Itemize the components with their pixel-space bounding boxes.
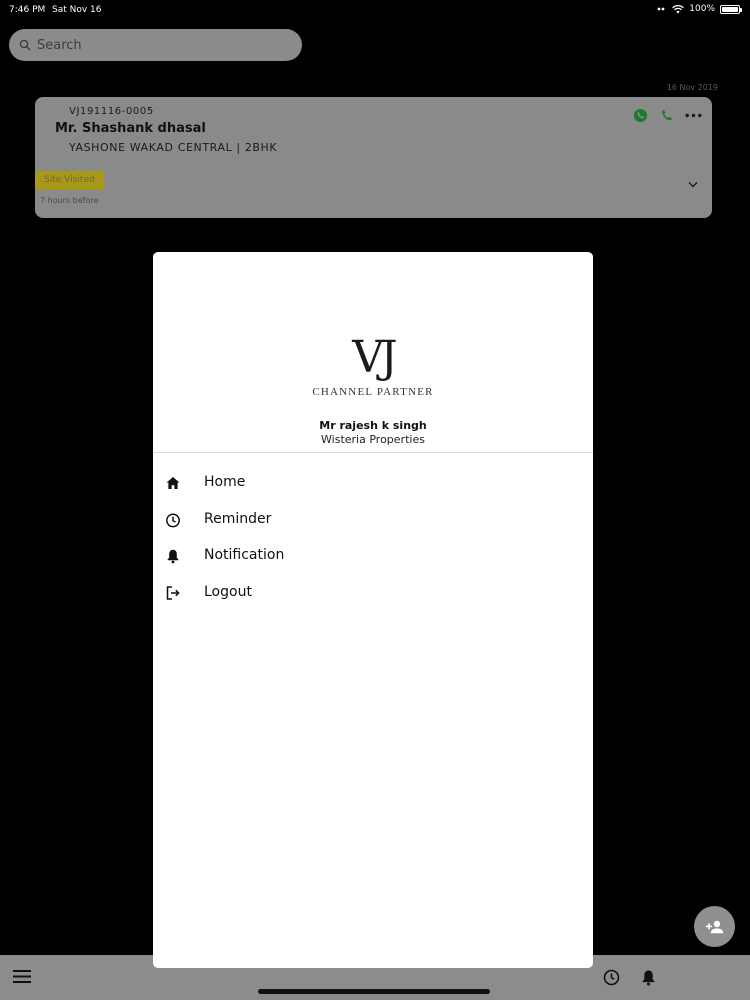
user-name: Mr rajesh k singh [319, 419, 427, 432]
status-bar: 7:46 PM Sat Nov 16 100% [0, 0, 750, 22]
menu-item-label: Reminder [204, 510, 272, 527]
logo-tagline: CHANNEL PARTNER [312, 386, 434, 398]
search-placeholder: Search [37, 37, 82, 53]
lead-project: YASHONE WAKAD CENTRAL | 2BHK [69, 141, 278, 154]
menu-item-logout[interactable]: Logout [153, 575, 593, 612]
brand-logo: VJ CHANNEL PARTNER [153, 332, 593, 399]
battery-icon [720, 4, 742, 14]
drawer-menu: Home Reminder Notification Logout [153, 465, 593, 611]
wifi-icon [672, 4, 685, 13]
lead-id: VJ191116-0005 [69, 106, 154, 117]
lead-card[interactable]: VJ191116-0005 Mr. Shashank dhasal YASHON… [35, 97, 712, 218]
add-user-icon [705, 920, 723, 933]
menu-item-notification[interactable]: Notification [153, 538, 593, 575]
user-company: Wisteria Properties [321, 433, 425, 446]
logo-mark: VJ [352, 332, 397, 383]
clock-icon [166, 512, 180, 527]
whatsapp-icon[interactable] [633, 108, 648, 123]
lead-name: Mr. Shashank dhasal [55, 121, 206, 136]
more-icon[interactable] [685, 113, 702, 118]
home-icon [166, 477, 180, 489]
menu-item-reminder[interactable]: Reminder [153, 502, 593, 539]
menu-item-label: Notification [204, 547, 285, 563]
status-date: Sat Nov 16 [52, 5, 102, 15]
menu-item-home[interactable]: Home [153, 465, 593, 502]
lead-date: 16 Nov 2019 [666, 83, 718, 92]
clock-icon[interactable] [603, 969, 620, 986]
chevron-down-icon[interactable] [688, 181, 698, 188]
search-bar[interactable]: Search [9, 29, 302, 61]
lead-time-ago: 7 hours before [40, 196, 99, 205]
divider [153, 452, 593, 453]
signal-dots-icon [657, 7, 665, 11]
logout-icon [166, 585, 180, 600]
status-right: 100% [657, 4, 742, 14]
menu-item-label: Home [204, 474, 246, 490]
battery-percent: 100% [689, 4, 715, 14]
status-badge: Site Visited [35, 171, 104, 190]
menu-item-label: Logout [204, 583, 252, 600]
menu-icon[interactable] [13, 970, 31, 983]
status-time: 7:46 PM [9, 5, 46, 15]
search-icon [19, 39, 31, 51]
bell-icon[interactable] [641, 969, 656, 986]
lead-actions [633, 108, 702, 123]
phone-icon[interactable] [660, 109, 673, 122]
bell-icon [167, 549, 179, 564]
home-indicator[interactable] [258, 989, 490, 994]
side-drawer: VJ CHANNEL PARTNER Mr rajesh k singh Wis… [153, 252, 593, 968]
add-lead-button[interactable] [694, 906, 735, 947]
